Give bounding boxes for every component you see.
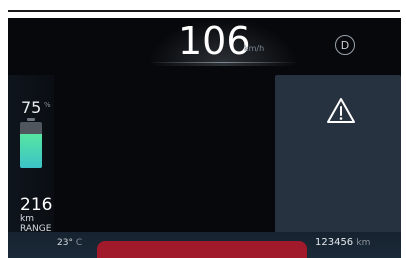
top-divider [8, 10, 400, 12]
battery-body [20, 122, 42, 168]
odometer-value: 123456 [315, 237, 354, 248]
warning-triangle-icon [326, 97, 356, 124]
battery-icon [20, 118, 42, 168]
battery-percent: 75 [21, 98, 42, 117]
gear-indicator: D [335, 35, 355, 55]
gear-letter: D [340, 38, 350, 52]
battery-percent-unit: % [44, 101, 51, 109]
range-value: 216 [20, 195, 53, 215]
odometer-unit: km [356, 238, 371, 248]
outside-temperature: 23° C [57, 238, 82, 248]
alert-bar [97, 241, 307, 258]
odometer: 123456 km [315, 237, 370, 248]
cluster-screen: 106 km/h D 75 % 216 km RANGE 23° C 12345… [8, 18, 401, 258]
speed-unit: km/h [244, 44, 265, 53]
speed-value: 106 [178, 19, 251, 63]
battery-fill [20, 133, 42, 168]
temperature-value: 23° [57, 238, 73, 248]
battery-cap [27, 118, 35, 121]
range-unit: km [20, 214, 34, 224]
temperature-unit: C [75, 238, 83, 248]
